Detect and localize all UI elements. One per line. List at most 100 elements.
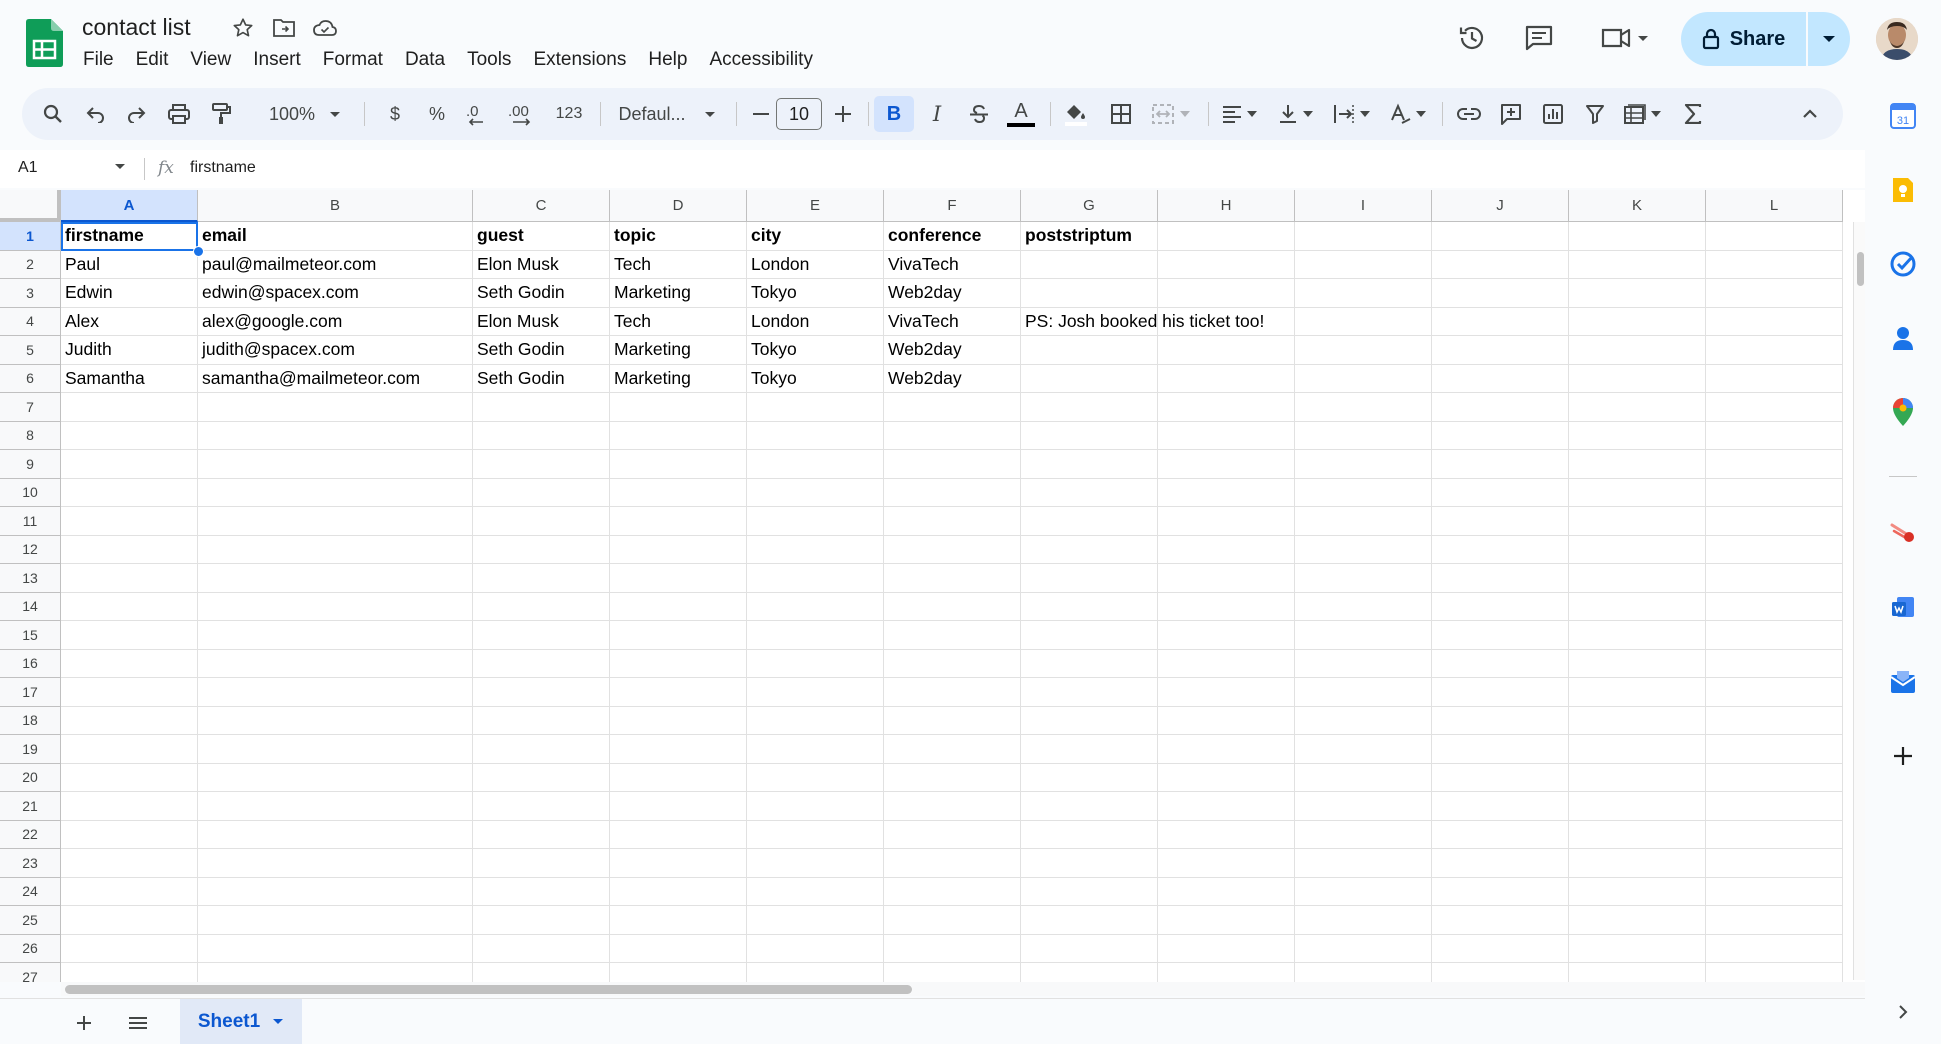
filter-icon[interactable] <box>1576 96 1614 132</box>
share-options-button[interactable] <box>1808 12 1850 66</box>
cell-f11[interactable] <box>884 507 1021 536</box>
cell-h20[interactable] <box>1158 763 1295 792</box>
cell-e3[interactable]: Tokyo <box>747 279 884 308</box>
cell-a22[interactable] <box>61 820 198 849</box>
star-icon[interactable] <box>228 15 258 41</box>
cell-f10[interactable] <box>884 478 1021 507</box>
row-header-19[interactable]: 19 <box>0 735 61 764</box>
cell-e15[interactable] <box>747 621 884 650</box>
docs-addon-icon[interactable] <box>1887 592 1919 624</box>
cell-e14[interactable] <box>747 592 884 621</box>
cell-a16[interactable] <box>61 649 198 678</box>
cell-f19[interactable] <box>884 735 1021 764</box>
cell-f15[interactable] <box>884 621 1021 650</box>
cell-c14[interactable] <box>473 592 610 621</box>
row-header-16[interactable]: 16 <box>0 649 61 678</box>
fill-color-icon[interactable] <box>1056 96 1096 132</box>
collapse-toolbar-icon[interactable] <box>1792 96 1828 132</box>
row-header-8[interactable]: 8 <box>0 421 61 450</box>
cell-l4[interactable] <box>1706 307 1843 336</box>
cell-h2[interactable] <box>1158 250 1295 279</box>
cell-b18[interactable] <box>198 706 473 735</box>
cell-f7[interactable] <box>884 393 1021 422</box>
menu-format[interactable]: Format <box>312 46 394 74</box>
contacts-icon[interactable] <box>1887 322 1919 354</box>
maps-icon[interactable] <box>1887 396 1919 428</box>
cell-k20[interactable] <box>1569 763 1706 792</box>
percent-format-button[interactable]: % <box>420 96 454 132</box>
cell-c11[interactable] <box>473 507 610 536</box>
cell-e17[interactable] <box>747 678 884 707</box>
chevron-right-icon[interactable] <box>1887 996 1919 1028</box>
cell-g9[interactable] <box>1021 450 1158 479</box>
cell-d9[interactable] <box>610 450 747 479</box>
cell-l27[interactable] <box>1706 963 1843 982</box>
cell-f9[interactable] <box>884 450 1021 479</box>
cell-l7[interactable] <box>1706 393 1843 422</box>
cell-h25[interactable] <box>1158 906 1295 935</box>
cell-e7[interactable] <box>747 393 884 422</box>
cell-d19[interactable] <box>610 735 747 764</box>
currency-format-button[interactable]: $ <box>378 96 412 132</box>
cell-b9[interactable] <box>198 450 473 479</box>
column-header-k[interactable]: K <box>1569 190 1706 222</box>
row-header-9[interactable]: 9 <box>0 450 61 479</box>
row-header-4[interactable]: 4 <box>0 307 61 336</box>
cell-c26[interactable] <box>473 934 610 963</box>
cell-g16[interactable] <box>1021 649 1158 678</box>
cell-c21[interactable] <box>473 792 610 821</box>
cell-k16[interactable] <box>1569 649 1706 678</box>
cell-j1[interactable] <box>1432 222 1569 251</box>
cell-j25[interactable] <box>1432 906 1569 935</box>
cell-a1[interactable]: firstname <box>61 222 198 251</box>
cell-b15[interactable] <box>198 621 473 650</box>
cell-d23[interactable] <box>610 849 747 878</box>
column-header-h[interactable]: H <box>1158 190 1295 222</box>
cell-g18[interactable] <box>1021 706 1158 735</box>
cell-f3[interactable]: Web2day <box>884 279 1021 308</box>
cell-j24[interactable] <box>1432 877 1569 906</box>
cell-l3[interactable] <box>1706 279 1843 308</box>
cell-b23[interactable] <box>198 849 473 878</box>
cell-l19[interactable] <box>1706 735 1843 764</box>
cell-d17[interactable] <box>610 678 747 707</box>
cell-h24[interactable] <box>1158 877 1295 906</box>
row-header-13[interactable]: 13 <box>0 564 61 593</box>
increase-font-size-icon[interactable] <box>828 96 858 132</box>
cell-b17[interactable] <box>198 678 473 707</box>
cell-d12[interactable] <box>610 535 747 564</box>
column-header-l[interactable]: L <box>1706 190 1843 222</box>
cell-k8[interactable] <box>1569 421 1706 450</box>
cell-h19[interactable] <box>1158 735 1295 764</box>
cell-b4[interactable]: alex@google.com <box>198 307 473 336</box>
decrease-font-size-icon[interactable] <box>746 96 776 132</box>
row-header-1[interactable]: 1 <box>0 222 61 251</box>
cell-c2[interactable]: Elon Musk <box>473 250 610 279</box>
cell-k27[interactable] <box>1569 963 1706 982</box>
cell-b8[interactable] <box>198 421 473 450</box>
cell-l23[interactable] <box>1706 849 1843 878</box>
horizontal-scrollbar[interactable] <box>61 982 1865 996</box>
cell-h17[interactable] <box>1158 678 1295 707</box>
cell-a10[interactable] <box>61 478 198 507</box>
cell-a21[interactable] <box>61 792 198 821</box>
cell-k2[interactable] <box>1569 250 1706 279</box>
cell-i2[interactable] <box>1295 250 1432 279</box>
name-box[interactable]: A1 <box>18 159 38 177</box>
column-header-i[interactable]: I <box>1295 190 1432 222</box>
cell-f2[interactable]: VivaTech <box>884 250 1021 279</box>
menu-view[interactable]: View <box>179 46 242 74</box>
cell-f23[interactable] <box>884 849 1021 878</box>
cell-j15[interactable] <box>1432 621 1569 650</box>
functions-icon[interactable] <box>1674 96 1712 132</box>
cell-k18[interactable] <box>1569 706 1706 735</box>
row-header-25[interactable]: 25 <box>0 906 61 935</box>
cell-l26[interactable] <box>1706 934 1843 963</box>
cell-i5[interactable] <box>1295 336 1432 365</box>
cell-i3[interactable] <box>1295 279 1432 308</box>
cell-l10[interactable] <box>1706 478 1843 507</box>
cell-f6[interactable]: Web2day <box>884 364 1021 393</box>
cell-a18[interactable] <box>61 706 198 735</box>
cell-h21[interactable] <box>1158 792 1295 821</box>
cell-k25[interactable] <box>1569 906 1706 935</box>
